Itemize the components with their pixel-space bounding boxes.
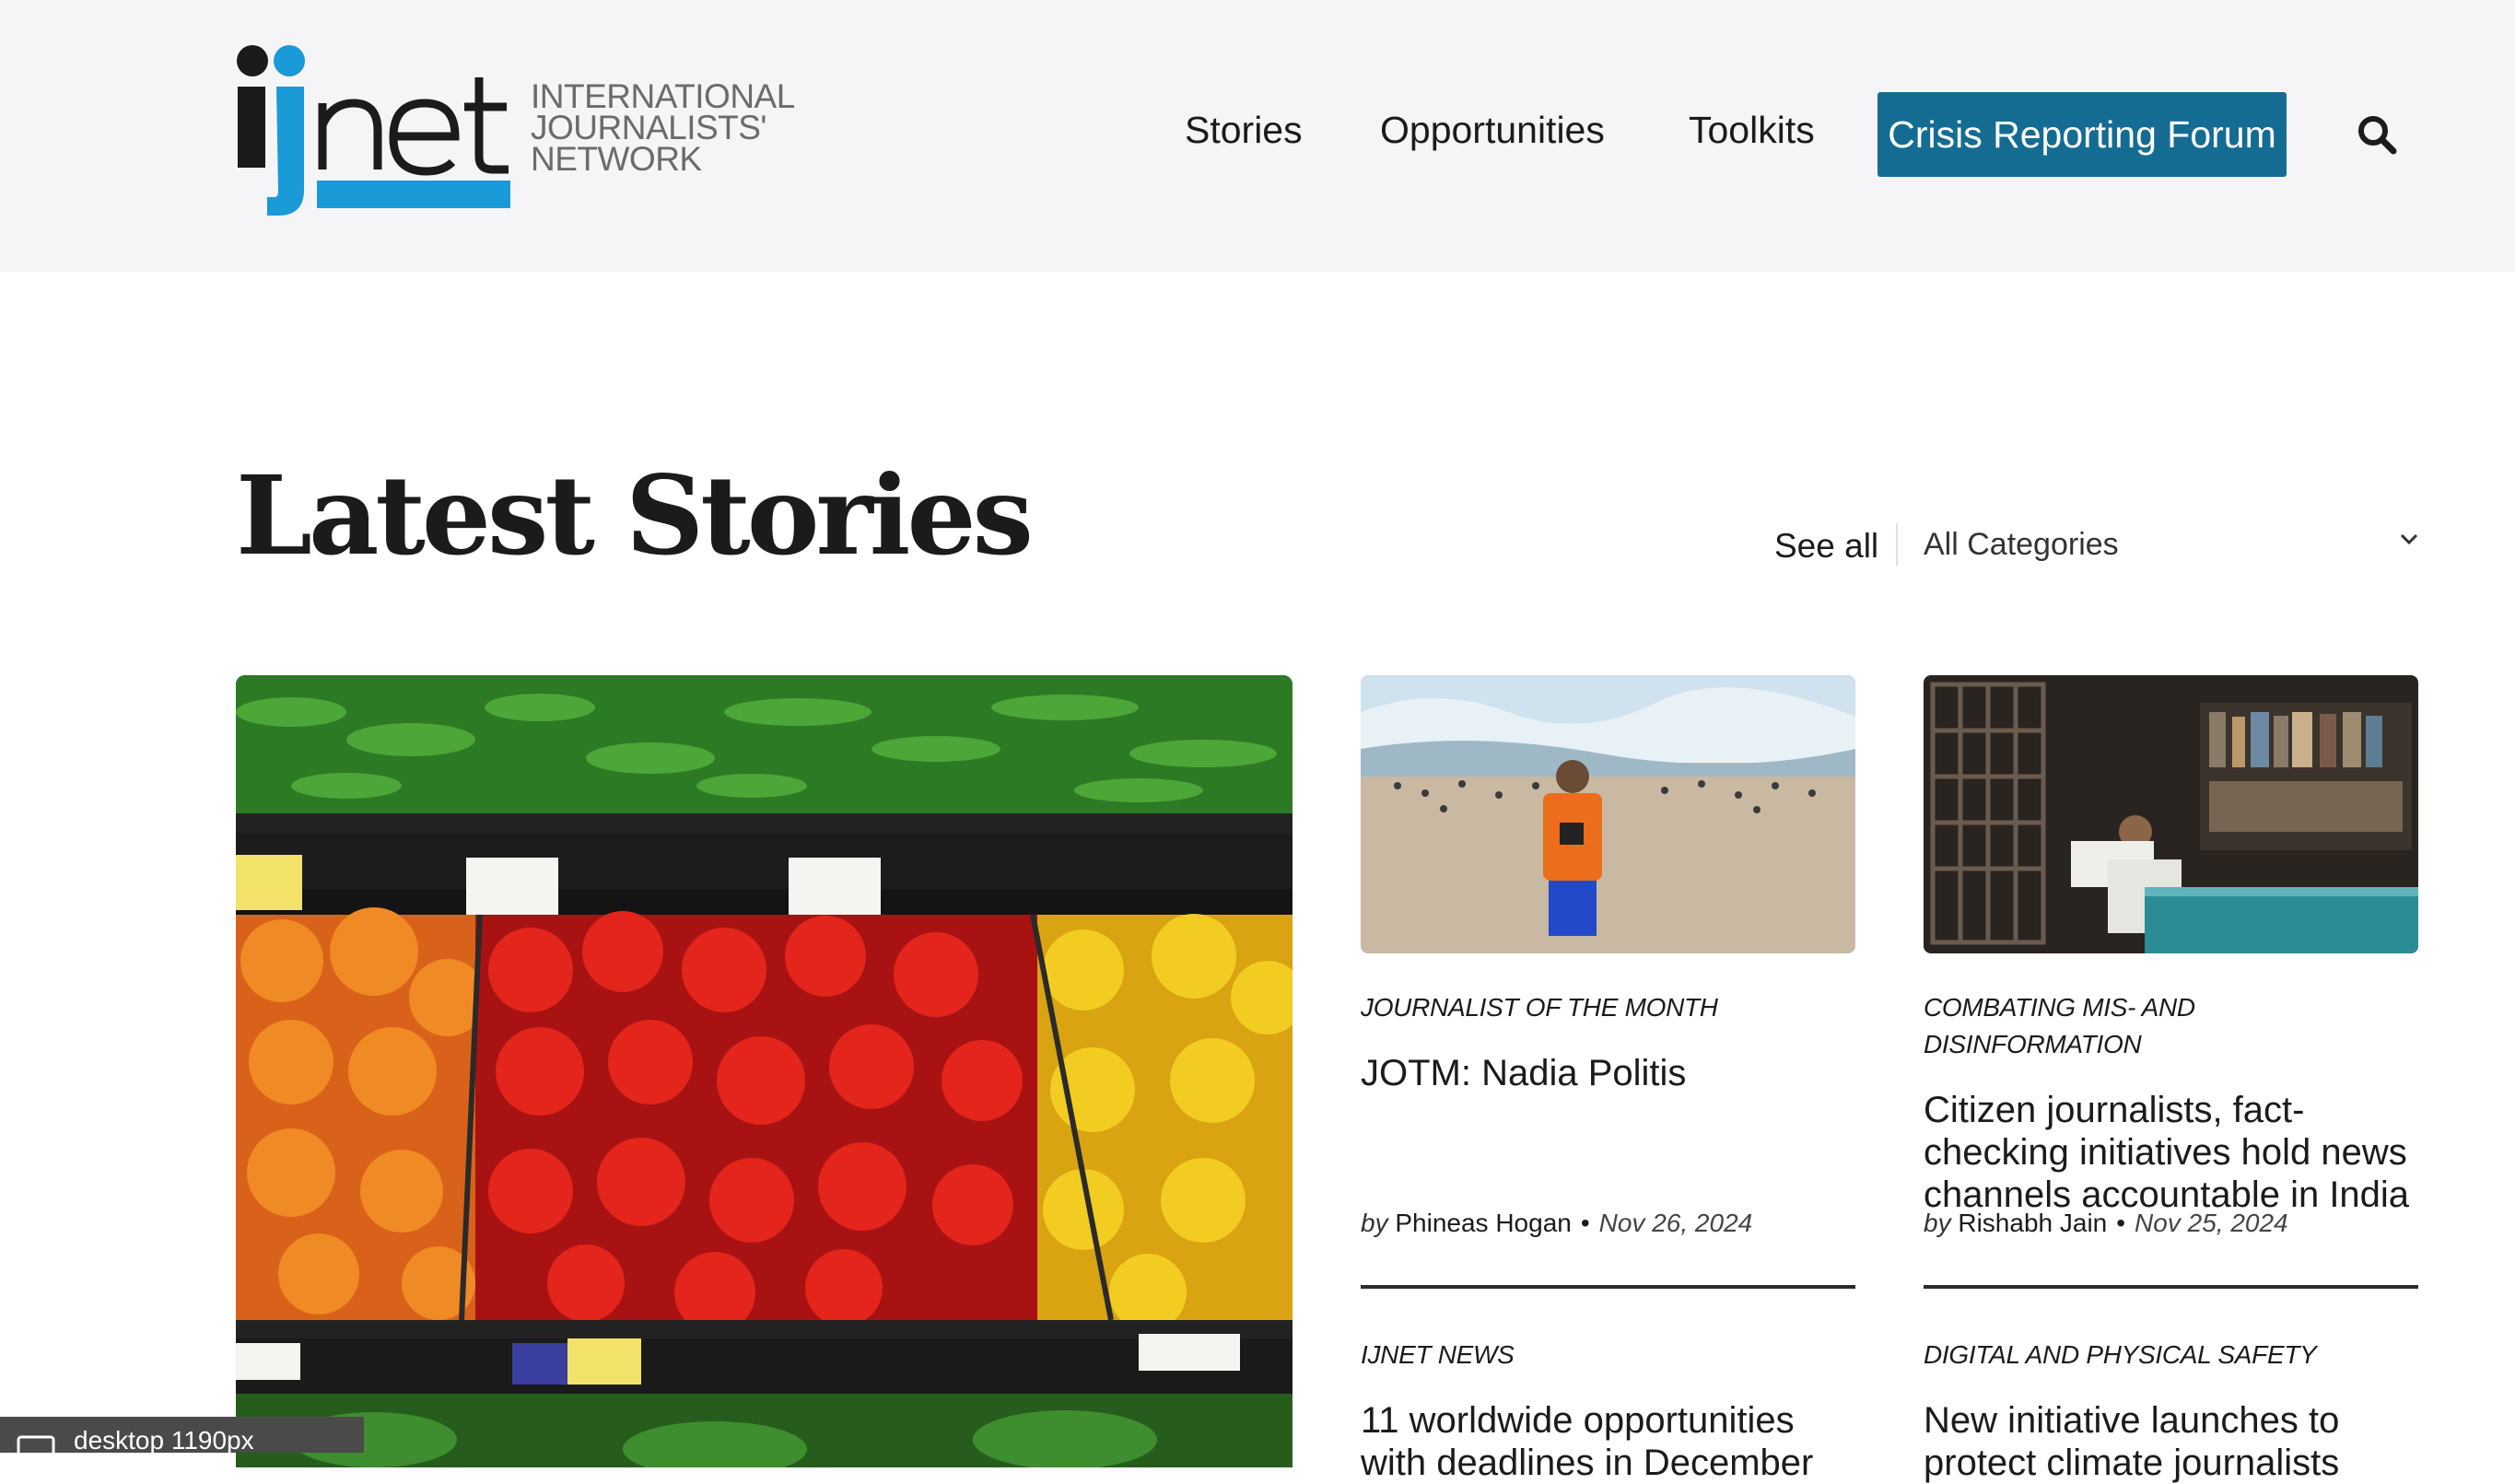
story-byline-prefix: by: [1924, 1209, 1951, 1237]
featured-story-image[interactable]: [236, 675, 1293, 1467]
story-category[interactable]: JOURNALIST OF THE MONTH: [1361, 989, 1855, 1026]
see-all-link[interactable]: See all: [1774, 527, 1878, 566]
story-category[interactable]: DIGITAL AND PHYSICAL SAFETY: [1924, 1337, 2418, 1373]
card-divider: [1924, 1285, 2418, 1289]
viewport-badge: desktop 1190px: [0, 1417, 364, 1453]
header-divider: [1896, 523, 1898, 566]
search-button[interactable]: [2340, 98, 2414, 171]
story-category[interactable]: IJNET NEWS: [1361, 1337, 1855, 1373]
story-date: Nov 26, 2024: [1598, 1209, 1753, 1237]
page-title: Latest Stories: [236, 451, 1034, 579]
search-icon: [2358, 116, 2397, 155]
story-date: Nov 25, 2024: [2135, 1209, 2288, 1237]
story-meta: by Rishabh Jain • Nov 25, 2024: [1924, 1209, 2288, 1238]
main-nav: Stories Opportunities Toolkits Crisis Re…: [0, 92, 2515, 177]
story-author[interactable]: Phineas Hogan: [1395, 1209, 1571, 1237]
card-divider: [1361, 1285, 1855, 1289]
category-filter-value: All Categories: [1924, 527, 2119, 562]
story-title[interactable]: Citizen journalists, fact-checking initi…: [1924, 1089, 2418, 1216]
crisis-reporting-forum-button[interactable]: Crisis Reporting Forum: [1877, 92, 2287, 177]
meta-separator: •: [1580, 1209, 1590, 1237]
meta-separator: •: [2116, 1209, 2126, 1237]
story-title[interactable]: New initiative launches to protect clima…: [1924, 1399, 2418, 1484]
viewport-badge-label: desktop 1190px: [74, 1426, 254, 1453]
story-byline-prefix: by: [1361, 1209, 1388, 1237]
story-thumbnail[interactable]: [1361, 675, 1855, 953]
antarctica-photo: [1361, 675, 1855, 953]
monitor-icon: [17, 1435, 55, 1453]
story-title[interactable]: JOTM: Nadia Politis: [1361, 1052, 1855, 1094]
story-author[interactable]: Rishabh Jain: [1958, 1209, 2107, 1237]
chevron-down-icon: [2400, 533, 2418, 545]
nav-link-stories[interactable]: Stories: [1185, 109, 1303, 152]
nav-link-toolkits[interactable]: Toolkits: [1689, 109, 1815, 152]
peppers-photo: [236, 675, 1293, 1467]
story-thumbnail[interactable]: [1924, 675, 2418, 953]
india-newsstand-photo: [1924, 675, 2418, 953]
nav-link-opportunities[interactable]: Opportunities: [1380, 109, 1605, 152]
category-filter-select[interactable]: All Categories: [1924, 520, 2419, 571]
story-meta: by Phineas Hogan • Nov 26, 2024: [1361, 1209, 1752, 1238]
story-title[interactable]: 11 worldwide opportunities with deadline…: [1361, 1399, 1855, 1484]
story-category[interactable]: COMBATING MIS- AND DISINFORMATION: [1924, 989, 2418, 1063]
site-header: INTERNATIONAL JOURNALISTS' NETWORK Stori…: [0, 0, 2515, 272]
